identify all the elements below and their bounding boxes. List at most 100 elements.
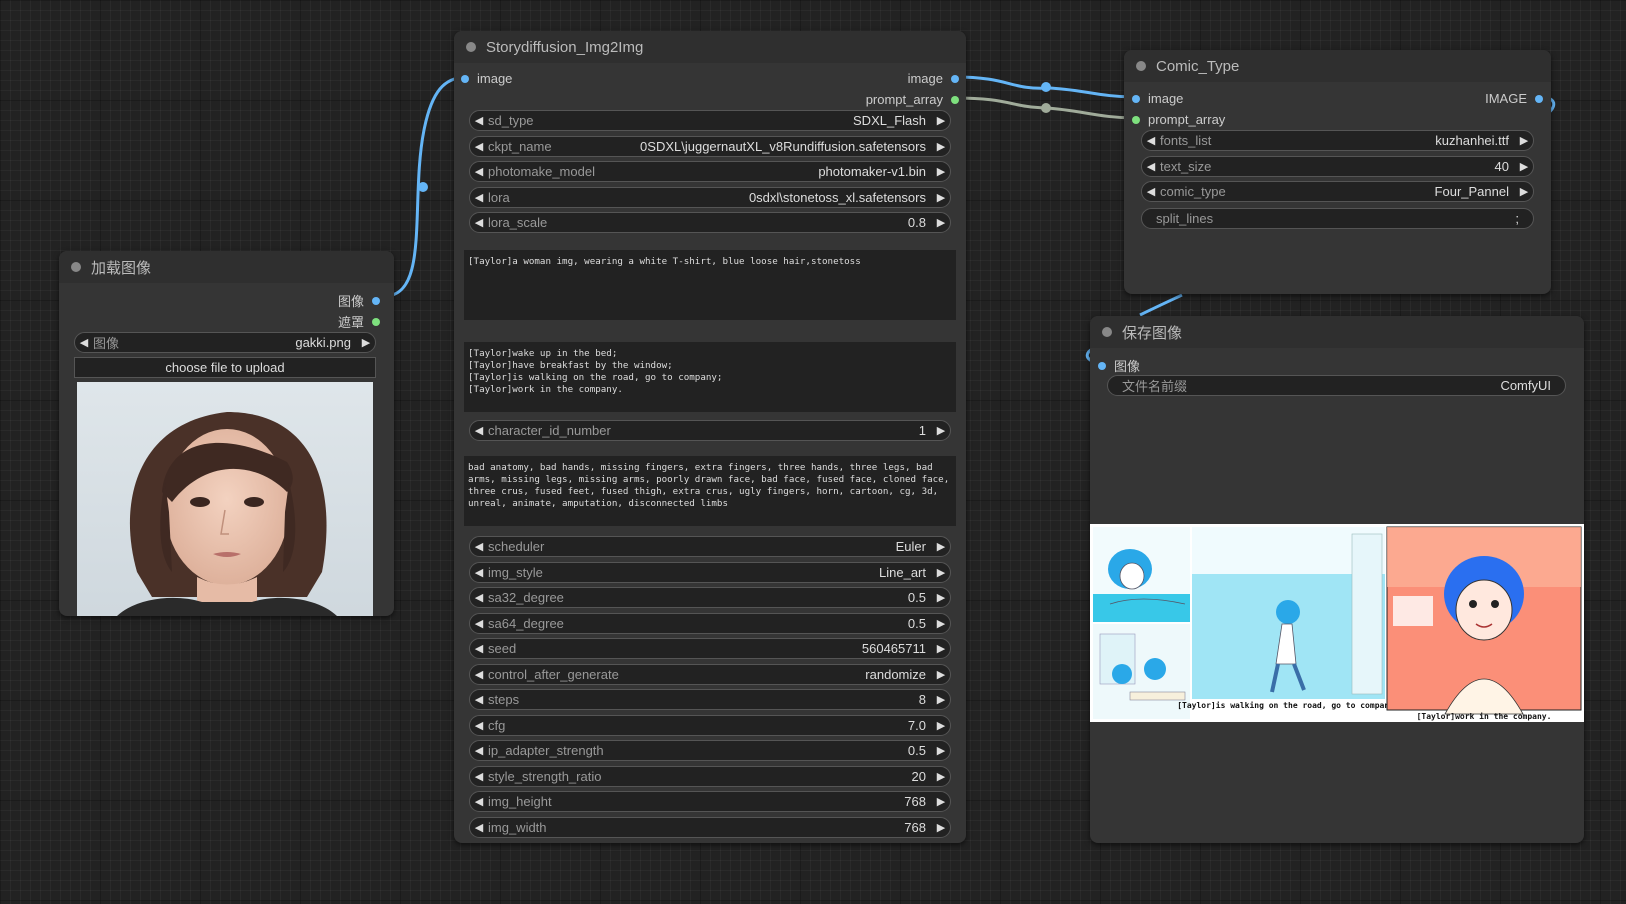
node-title-bar[interactable]: Storydiffusion_Img2Img [454,31,966,63]
arrow-left-icon[interactable]: ◀ [470,140,488,153]
input-socket-icon[interactable] [1132,115,1140,124]
widget-scheduler[interactable]: ◀ scheduler Euler ▶ [469,536,951,557]
widget-sa32-degree[interactable]: ◀ sa32_degree 0.5 ▶ [469,587,951,608]
arrow-right-icon[interactable]: ▶ [1515,134,1533,147]
arrow-right-icon[interactable]: ▶ [932,795,950,808]
arrow-left-icon[interactable]: ◀ [470,617,488,630]
arrow-right-icon[interactable]: ▶ [932,719,950,732]
collapse-dot-icon[interactable] [71,262,81,272]
arrow-left-icon[interactable]: ◀ [470,165,488,178]
output-socket-icon[interactable] [372,296,380,305]
widget-photomake-model[interactable]: ◀ photomake_model photomaker-v1.bin ▶ [469,161,951,182]
arrow-left-icon[interactable]: ◀ [470,795,488,808]
arrow-left-icon[interactable]: ◀ [470,744,488,757]
character-prompt-textarea[interactable]: [Taylor]a woman img, wearing a white T-s… [464,250,956,320]
arrow-left-icon[interactable]: ◀ [470,591,488,604]
arrow-left-icon[interactable]: ◀ [470,668,488,681]
arrow-right-icon[interactable]: ▶ [932,114,950,127]
node-title-bar[interactable]: 保存图像 [1090,316,1584,348]
arrow-left-icon[interactable]: ◀ [470,566,488,579]
arrow-right-icon[interactable]: ▶ [932,566,950,579]
input-image[interactable]: image [461,71,512,86]
arrow-right-icon[interactable]: ▶ [1515,160,1533,173]
widget-lora[interactable]: ◀ lora 0sdxl\stonetoss_xl.safetensors ▶ [469,186,951,208]
output-socket-icon[interactable] [951,74,959,83]
input-prompt-array[interactable]: prompt_array [1132,112,1225,127]
arrow-right-icon[interactable]: ▶ [357,336,375,349]
storydiffusion-node[interactable]: Storydiffusion_Img2Img image image promp… [454,31,966,843]
upload-button[interactable]: choose file to upload [74,357,376,378]
widget-filename-prefix[interactable]: 文件名前缀 ComfyUI [1107,375,1566,396]
arrow-left-icon[interactable]: ◀ [75,336,93,349]
output-prompt-array[interactable]: prompt_array [866,92,959,107]
arrow-right-icon[interactable]: ▶ [932,693,950,706]
arrow-left-icon[interactable]: ◀ [470,540,488,553]
output-socket-icon[interactable] [372,317,380,326]
arrow-right-icon[interactable]: ▶ [932,770,950,783]
widget-lora-scale[interactable]: ◀ lora_scale 0.8 ▶ [469,212,951,233]
negative-prompt-textarea[interactable]: bad anatomy, bad hands, missing fingers,… [464,456,956,526]
input-image[interactable]: image [1132,91,1183,106]
load-image-node[interactable]: 加载图像 图像 遮罩 ◀ 图像 gakki.png ▶ choose file … [59,251,394,616]
widget-cfg[interactable]: ◀ cfg 7.0 ▶ [469,714,951,736]
scene-prompts-textarea[interactable]: [Taylor]wake up in the bed; [Taylor]have… [464,342,956,412]
widget-ip-adapter-strength[interactable]: ◀ ip_adapter_strength 0.5 ▶ [469,740,951,761]
output-image[interactable]: 图像 [338,291,380,310]
arrow-left-icon[interactable]: ◀ [470,216,488,229]
arrow-right-icon[interactable]: ▶ [932,540,950,553]
input-image[interactable]: 图像 [1098,356,1140,375]
arrow-left-icon[interactable]: ◀ [470,424,488,437]
widget-steps[interactable]: ◀ steps 8 ▶ [469,689,951,710]
arrow-left-icon[interactable]: ◀ [1142,160,1160,173]
widget-image-select[interactable]: ◀ 图像 gakki.png ▶ [74,332,376,353]
widget-ckpt-name[interactable]: ◀ ckpt_name 0SDXL\juggernautXL_v8Rundiffus… [469,135,951,157]
output-image[interactable]: image [908,71,959,86]
collapse-dot-icon[interactable] [1102,327,1112,337]
arrow-left-icon[interactable]: ◀ [470,693,488,706]
arrow-right-icon[interactable]: ▶ [932,617,950,630]
arrow-right-icon[interactable]: ▶ [932,165,950,178]
arrow-left-icon[interactable]: ◀ [1142,185,1160,198]
arrow-left-icon[interactable]: ◀ [1142,134,1160,147]
arrow-right-icon[interactable]: ▶ [932,668,950,681]
output-socket-icon[interactable] [951,95,959,104]
arrow-right-icon[interactable]: ▶ [932,216,950,229]
arrow-right-icon[interactable]: ▶ [932,821,950,834]
comic-type-node[interactable]: Comic_Type image prompt_array IMAGE ◀ fon… [1124,50,1551,294]
arrow-right-icon[interactable]: ▶ [932,744,950,757]
input-socket-icon[interactable] [1132,94,1140,103]
arrow-left-icon[interactable]: ◀ [470,719,488,732]
arrow-right-icon[interactable]: ▶ [932,424,950,437]
widget-comic-type[interactable]: ◀ comic_type Four_Pannel ▶ [1141,181,1534,202]
input-socket-icon[interactable] [1098,361,1106,370]
widget-split-lines[interactable]: split_lines ; [1141,208,1534,229]
output-socket-icon[interactable] [1535,94,1543,103]
input-socket-icon[interactable] [461,74,469,83]
widget-img-style[interactable]: ◀ img_style Line_art ▶ [469,561,951,583]
arrow-left-icon[interactable]: ◀ [470,114,488,127]
widget-fonts-list[interactable]: ◀ fonts_list kuzhanhei.ttf ▶ [1141,130,1534,151]
widget-sa64-degree[interactable]: ◀ sa64_degree 0.5 ▶ [469,612,951,634]
widget-style-strength-ratio[interactable]: ◀ style_strength_ratio 20 ▶ [469,765,951,787]
widget-character-id-number[interactable]: ◀ character_id_number 1 ▶ [469,420,951,441]
collapse-dot-icon[interactable] [466,42,476,52]
output-mask[interactable]: 遮罩 [338,312,380,331]
arrow-right-icon[interactable]: ▶ [932,191,950,204]
widget-seed[interactable]: ◀ seed 560465711 ▶ [469,638,951,659]
node-title-bar[interactable]: 加载图像 [59,251,394,283]
arrow-left-icon[interactable]: ◀ [470,191,488,204]
arrow-right-icon[interactable]: ▶ [932,642,950,655]
node-title-bar[interactable]: Comic_Type [1124,50,1551,82]
arrow-left-icon[interactable]: ◀ [470,642,488,655]
widget-text-size[interactable]: ◀ text_size 40 ▶ [1141,155,1534,177]
arrow-left-icon[interactable]: ◀ [470,821,488,834]
widget-control-after-generate[interactable]: ◀ control_after_generate randomize ▶ [469,663,951,685]
arrow-right-icon[interactable]: ▶ [1515,185,1533,198]
widget-img-width[interactable]: ◀ img_width 768 ▶ [469,816,951,838]
widget-img-height[interactable]: ◀ img_height 768 ▶ [469,791,951,812]
output-image[interactable]: IMAGE [1485,91,1543,106]
arrow-right-icon[interactable]: ▶ [932,591,950,604]
widget-sd-type[interactable]: ◀ sd_type SDXL_Flash ▶ [469,110,951,131]
arrow-left-icon[interactable]: ◀ [470,770,488,783]
collapse-dot-icon[interactable] [1136,61,1146,71]
